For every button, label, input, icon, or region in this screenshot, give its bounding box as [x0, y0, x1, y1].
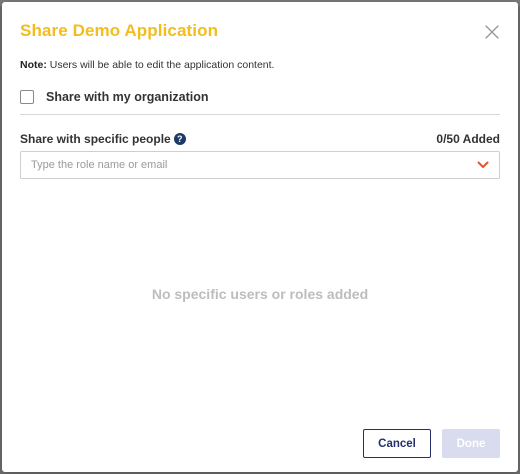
role-email-search-input[interactable]: Type the role name or email [20, 151, 500, 179]
close-button[interactable] [483, 23, 501, 41]
dialog-title: Share Demo Application [20, 21, 219, 40]
section-divider [20, 114, 500, 115]
share-organization-row[interactable]: Share with my organization [20, 88, 209, 106]
search-placeholder: Type the role name or email [31, 159, 168, 171]
specific-people-heading: Share with specific people ? [20, 132, 186, 146]
note-text: Users will be able to edit the applicati… [46, 59, 275, 71]
help-icon[interactable]: ? [173, 133, 186, 145]
specific-people-label: Share with specific people [20, 132, 171, 146]
share-organization-checkbox[interactable] [20, 90, 34, 104]
cancel-button[interactable]: Cancel [363, 429, 431, 458]
chevron-down-icon[interactable] [477, 161, 489, 169]
close-icon [485, 25, 499, 39]
note-prefix: Note: [20, 59, 47, 71]
edit-note: Note: Users will be able to edit the app… [20, 59, 274, 71]
added-count: 0/50 Added [436, 132, 500, 146]
share-dialog: Share Demo Application Note: Users will … [2, 2, 518, 472]
done-button[interactable]: Done [442, 429, 500, 458]
share-organization-label[interactable]: Share with my organization [46, 90, 209, 104]
empty-state-message: No specific users or roles added [151, 286, 369, 302]
